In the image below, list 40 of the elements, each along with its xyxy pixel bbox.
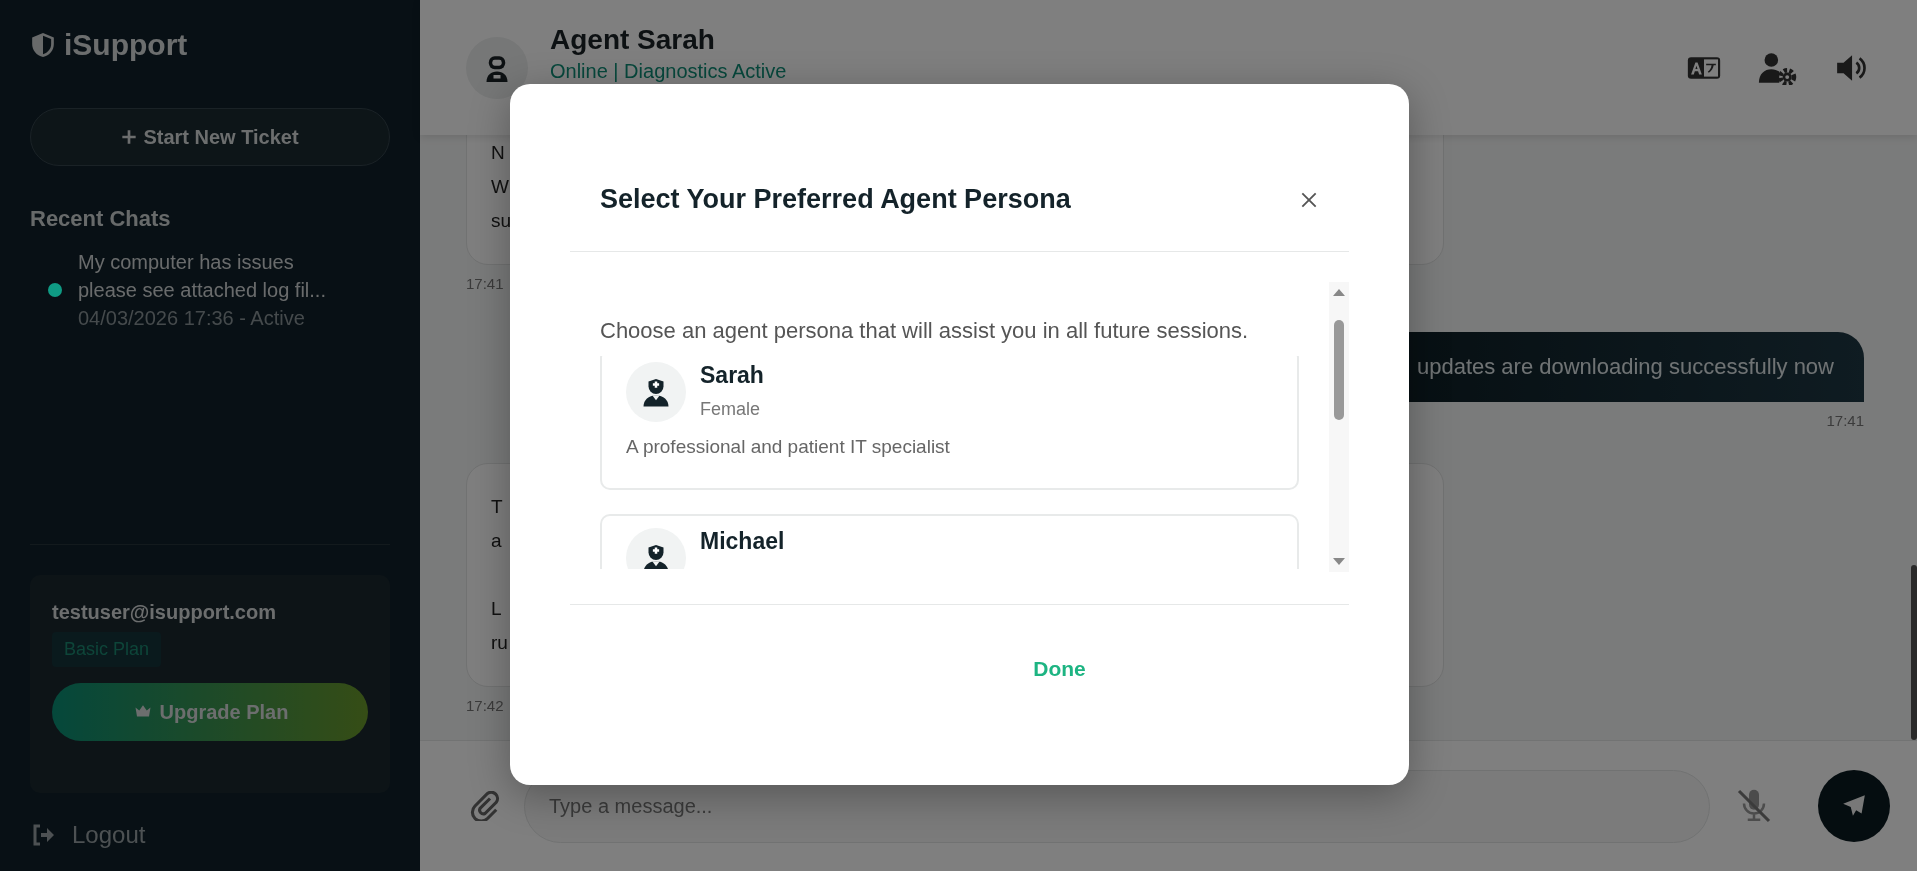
person-icon — [641, 542, 671, 569]
persona-name: Michael — [700, 528, 785, 555]
chat-meta: 04/03/2026 17:36 - Active — [78, 306, 306, 331]
message-text: W — [491, 176, 509, 197]
persona-name: Sarah — [700, 362, 764, 389]
dialog-title: Select Your Preferred Agent Persona — [600, 184, 1071, 215]
account-email: testuser@isupport.com — [52, 601, 276, 624]
agent-name: Agent Sarah — [550, 24, 716, 56]
agent-status: Online | Diagnostics Active — [550, 60, 787, 83]
attach-button[interactable] — [470, 791, 500, 821]
message-text: T — [491, 496, 503, 517]
message-text: su — [491, 210, 512, 231]
message-time: 17:42 — [466, 697, 504, 714]
chat-title[interactable]: My computer has issues please see attached log fil... — [78, 248, 340, 304]
scrollbar[interactable] — [1329, 282, 1349, 572]
persona-gender: Female — [700, 399, 762, 420]
user-gear-icon — [1757, 50, 1797, 85]
shield-icon — [30, 31, 56, 59]
section-title: Recent Chats — [30, 206, 172, 232]
app-logo: iSupport — [64, 28, 188, 62]
plus-icon — [121, 129, 138, 145]
upgrade-button[interactable]: Upgrade Plan — [52, 683, 368, 741]
message-text: N — [491, 142, 505, 163]
page-scrollbar[interactable] — [1911, 565, 1917, 740]
message-text: ru — [491, 632, 508, 653]
user-settings-button[interactable] — [1757, 50, 1797, 85]
dialog-description: Choose an agent persona that will assist you in all future sessions. — [600, 318, 1250, 345]
paperclip-icon — [470, 791, 500, 821]
message-time: 17:41 — [1826, 412, 1864, 429]
message-text: L — [491, 598, 502, 619]
persona-summary: A professional and patient IT specialist — [626, 436, 951, 458]
persona-card[interactable]: Sarah Female A professional and patient IT specialist — [600, 356, 1299, 490]
person-icon — [641, 376, 671, 408]
message-text: updates are downloading successfully now — [1416, 354, 1834, 379]
persona-card[interactable]: Michael — [600, 514, 1299, 569]
new-ticket-button[interactable]: Start New Ticket — [30, 108, 390, 166]
message-text: a — [491, 530, 502, 551]
done-button[interactable]: Done — [1021, 651, 1098, 687]
logout-button[interactable]: Logout — [30, 821, 146, 849]
message-time: 17:41 — [466, 275, 504, 292]
